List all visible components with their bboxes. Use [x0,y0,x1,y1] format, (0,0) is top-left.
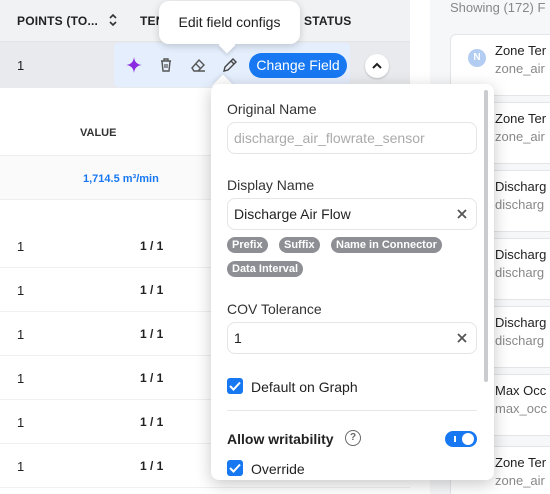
field-card-title: Discharg [495,179,547,194]
field-card-subtitle: discharg [495,265,545,280]
change-field-button[interactable]: Change Field [249,53,347,78]
cov-tolerance-label: COV Tolerance [227,301,322,317]
override-checkbox[interactable] [227,460,243,476]
field-card-title: Discharg [495,315,547,330]
sort-icon[interactable] [108,13,118,32]
pencil-icon[interactable] [221,56,239,74]
flow-rate-value: 1,714.5 m³/min [83,173,159,185]
field-card-subtitle: discharg [495,333,545,348]
trash-icon[interactable] [157,56,175,74]
points-cell: 1 [17,415,25,430]
fraction-cell: 1 / 1 [140,371,164,385]
points-cell: 1 [17,371,25,386]
check-icon [229,463,241,473]
value-column-header: VALUE [80,127,117,139]
display-name-field[interactable]: Discharge Air Flow [227,198,477,230]
chevron-up-icon [372,62,382,69]
check-icon [229,381,241,391]
field-card-subtitle: max_occ [495,401,548,416]
default-on-graph-label: Default on Graph [251,379,358,395]
fraction-cell: 1 / 1 [140,415,164,429]
cov-tolerance-field[interactable]: 1 [227,322,477,354]
field-card-title: Zone Ter [495,455,547,470]
collapse-row-button[interactable] [365,54,389,78]
divider [227,410,477,411]
points-cell: 1 [17,239,25,254]
points-cell: 1 [17,459,25,474]
field-card-subtitle: zone_air [495,129,545,144]
toggle-knob [462,433,474,445]
field-card-title: Discharg [495,247,547,262]
original-name-field: discharge_air_flowrate_sensor [227,122,477,154]
field-card-title: Zone Ter [495,43,547,58]
default-on-graph-checkbox[interactable] [227,378,243,394]
original-name-label: Original Name [227,101,317,117]
original-name-value: discharge_air_flowrate_sensor [234,130,425,146]
status-column-header[interactable]: STATUS [304,14,351,28]
points-cell: 1 [17,283,25,298]
field-card-title: Zone Ter [495,111,547,126]
toggle-on-indicator [454,436,456,442]
showing-count: Showing (172) F [450,0,546,15]
fraction-cell: 1 / 1 [140,459,164,473]
eraser-icon[interactable] [189,56,207,74]
popup-scrollbar[interactable] [484,90,488,382]
chip-suffix[interactable]: Suffix [279,237,320,253]
avatar: N [468,49,486,67]
field-card-subtitle: zone_air [495,473,545,488]
fraction-cell: 1 / 1 [140,327,164,341]
tooltip-text: Edit field configs [178,14,281,30]
display-name-value: Discharge Air Flow [234,206,351,222]
field-config-popup: Original Name discharge_air_flowrate_sen… [211,84,494,480]
clear-icon[interactable] [456,208,468,220]
chip-name-in-connector[interactable]: Name in Connector [331,237,442,253]
help-icon[interactable]: ? [345,430,361,446]
edit-field-tooltip: Edit field configs [159,1,300,54]
clear-icon[interactable] [456,332,468,344]
fraction-cell: 1 / 1 [140,239,164,253]
field-card-subtitle: discharg [495,197,545,212]
chip-data-interval[interactable]: Data Interval [227,261,304,277]
cov-tolerance-value: 1 [234,330,242,346]
sparkle-icon[interactable] [125,56,143,74]
points-cell: 1 [17,58,25,73]
display-name-label: Display Name [227,177,315,193]
points-column-header[interactable]: POINTS (TO... [17,14,98,28]
allow-writability-label: Allow writability [227,431,334,447]
field-card-subtitle: zone_air [495,61,545,76]
fraction-cell: 1 / 1 [140,283,164,297]
override-label: Override [251,461,305,477]
allow-writability-toggle[interactable] [445,431,477,447]
chip-prefix[interactable]: Prefix [227,237,268,253]
field-card-title: Max Occ [495,383,547,398]
points-cell: 1 [17,327,25,342]
